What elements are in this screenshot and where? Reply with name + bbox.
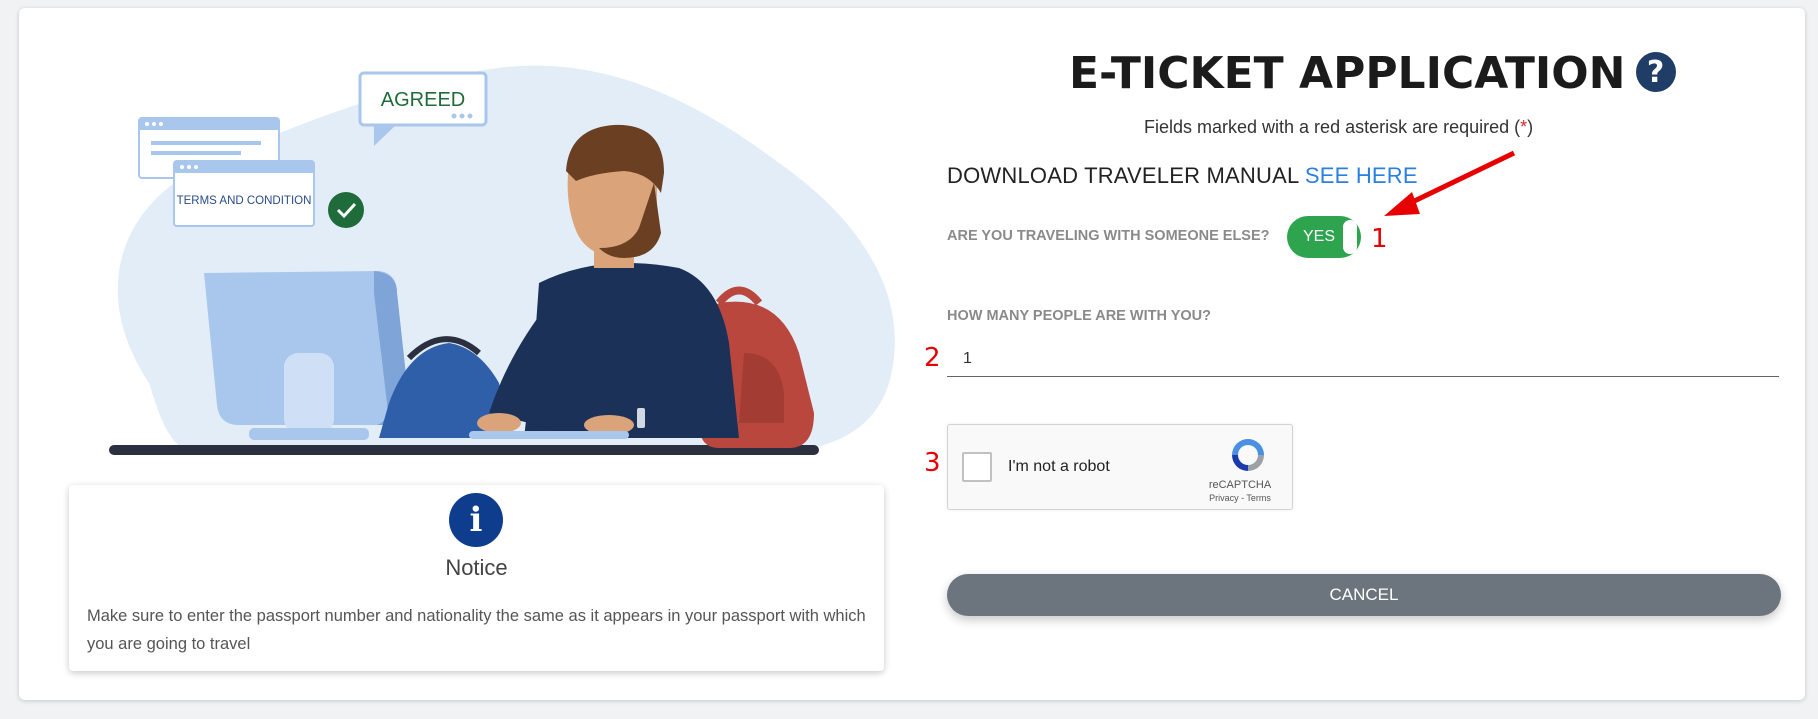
annotation-number-3: 3 bbox=[924, 448, 941, 478]
terms-text: TERMS AND CONDITION bbox=[177, 195, 312, 207]
people-count-label: HOW MANY PEOPLE ARE WITH YOU? bbox=[947, 308, 1211, 324]
annotation-number-1: 1 bbox=[1371, 224, 1388, 254]
annotation-number-2: 2 bbox=[924, 343, 941, 373]
annotation-arrow bbox=[1384, 150, 1516, 216]
traveler-manual-label: DOWNLOAD TRAVELER MANUAL bbox=[947, 163, 1299, 188]
illustration: TERMS AND CONDITION AGREED bbox=[109, 65, 895, 455]
notice-text: Make sure to enter the passport number a… bbox=[87, 607, 866, 653]
required-note-text: Fields marked with a red asterisk are re… bbox=[1144, 117, 1521, 137]
recaptcha-logo-icon bbox=[1232, 439, 1264, 471]
info-icon: i bbox=[449, 493, 503, 547]
cancel-button[interactable]: CANCEL bbox=[947, 574, 1781, 616]
traveler-manual-line: DOWNLOAD TRAVELER MANUAL SEE HERE bbox=[947, 163, 1418, 189]
page-title: E-TICKET APPLICATION? bbox=[1069, 48, 1676, 99]
recaptcha-brand: reCAPTCHA bbox=[1208, 479, 1272, 491]
people-count-input[interactable] bbox=[947, 341, 1779, 377]
recaptcha-label: I'm not a robot bbox=[1008, 458, 1110, 475]
agreed-bubble-text: AGREED bbox=[381, 89, 465, 111]
check-icon bbox=[328, 192, 364, 228]
help-icon[interactable]: ? bbox=[1635, 52, 1676, 92]
toggle-knob bbox=[1343, 220, 1357, 254]
toggle-label: YES bbox=[1303, 228, 1336, 245]
traveling-companion-toggle[interactable]: YES bbox=[1287, 216, 1361, 258]
traveling-with-someone-label: ARE YOU TRAVELING WITH SOMEONE ELSE? bbox=[947, 228, 1270, 244]
recaptcha-privacy-terms[interactable]: Privacy - Terms bbox=[1196, 493, 1284, 503]
main-card: TERMS AND CONDITION AGREED i Notice Make… bbox=[19, 8, 1805, 700]
notice-card: i Notice Make sure to enter the passport… bbox=[69, 485, 884, 671]
page-title-text: E-TICKET APPLICATION bbox=[1069, 48, 1626, 99]
required-fields-note: Fields marked with a red asterisk are re… bbox=[1144, 117, 1533, 138]
notice-title: Notice bbox=[445, 555, 508, 580]
recaptcha-checkbox[interactable] bbox=[962, 452, 992, 482]
required-note-suffix: ) bbox=[1527, 117, 1534, 137]
recaptcha-widget: I'm not a robot reCAPTCHA Privacy - Term… bbox=[947, 424, 1293, 510]
